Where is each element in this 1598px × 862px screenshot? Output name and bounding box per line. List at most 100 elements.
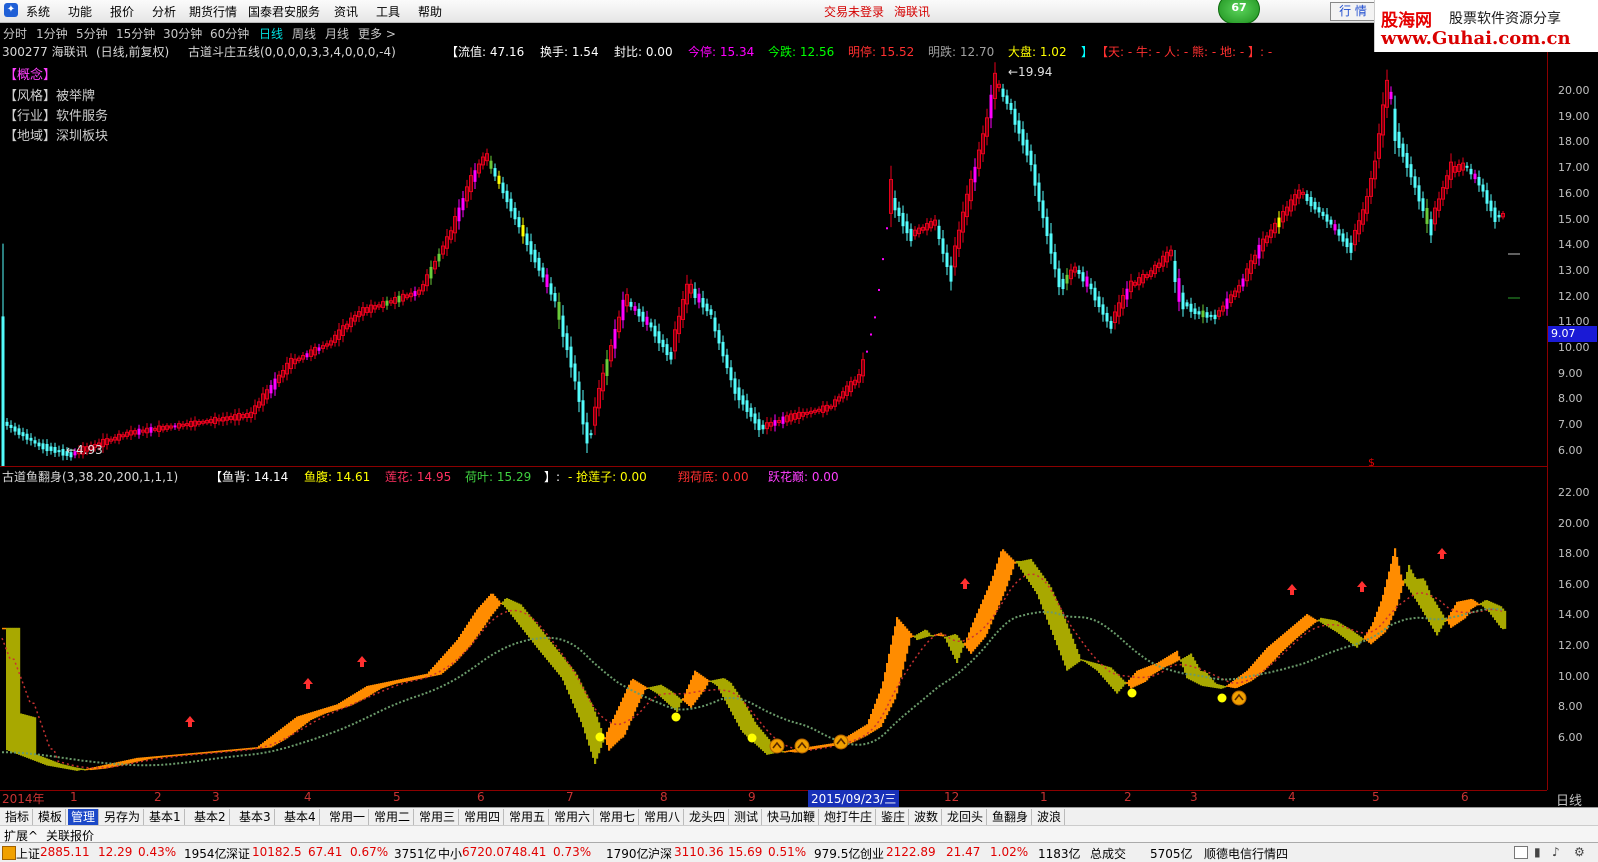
indicator-tab[interactable]: 基本4	[281, 809, 320, 825]
indicator-tab[interactable]: 常用三	[416, 809, 460, 825]
indicator-tab[interactable]: 常用七	[596, 809, 640, 825]
candle-body	[1013, 108, 1017, 125]
fish-band	[1000, 551, 1003, 601]
candlestick-chart[interactable]: ←19.94 ←4.93 $	[0, 44, 1547, 466]
menu-quote[interactable]: 报价	[110, 3, 134, 20]
index-sh-name[interactable]: 上证	[16, 845, 40, 862]
indicator-tab[interactable]: 常用四	[461, 809, 505, 825]
indicator-tab[interactable]: 模板	[35, 809, 67, 825]
candle-body	[1025, 139, 1029, 156]
indicator-tab[interactable]: 管理	[68, 809, 100, 825]
menu-news[interactable]: 资讯	[334, 3, 358, 20]
candle-body	[1057, 268, 1061, 288]
indicator-tab[interactable]: 波数	[911, 809, 943, 825]
period-timeshare[interactable]: 分时	[3, 25, 27, 42]
candle-body	[429, 266, 433, 279]
period-60min[interactable]: 60分钟	[210, 25, 249, 42]
indicator-tab[interactable]: 常用一	[326, 809, 370, 825]
settings-icon[interactable]: ⚙	[1574, 845, 1585, 859]
menu-futures[interactable]: 期货行情	[189, 3, 237, 20]
period-5min[interactable]: 5分钟	[76, 25, 108, 42]
fish-band	[160, 755, 163, 758]
market-icon[interactable]	[2, 846, 16, 860]
fish-indicator-chart[interactable]	[0, 484, 1547, 790]
fish-band	[468, 621, 471, 648]
menu-system[interactable]: 系统	[26, 3, 50, 20]
menu-gtja-service[interactable]: 国泰君安服务	[248, 3, 320, 20]
window-icon[interactable]	[1514, 846, 1528, 859]
candle-body	[753, 413, 757, 424]
signal-icon[interactable]: ▮	[1534, 845, 1541, 859]
indicator-tab[interactable]: 鉴庄	[878, 809, 910, 825]
menu-analysis[interactable]: 分析	[152, 3, 176, 20]
sound-icon[interactable]: ♪	[1552, 845, 1560, 859]
candle-body	[585, 422, 589, 444]
period-30min[interactable]: 30分钟	[163, 25, 202, 42]
app-logo-icon[interactable]: ✦	[4, 3, 18, 17]
index-sz-name[interactable]: 深证	[226, 845, 250, 862]
indicator-tab[interactable]: 指标	[2, 809, 34, 825]
period-1min[interactable]: 1分钟	[36, 25, 68, 42]
index-cy-name[interactable]: 创业	[860, 845, 884, 862]
indicator-tab[interactable]: 常用八	[641, 809, 685, 825]
fish-band	[692, 675, 695, 706]
indicator-tab[interactable]: 龙头四	[686, 809, 730, 825]
index-cy-change: 21.47	[946, 845, 981, 859]
fish-band	[1050, 587, 1053, 630]
candle-body	[269, 385, 273, 394]
fish-band	[1102, 665, 1105, 678]
candle-body	[13, 426, 17, 432]
data-provider[interactable]: 顺德电信行情四	[1204, 845, 1288, 862]
sub-indicator-name[interactable]: 古道鱼翻身(3,38.20,200,1,1,1)	[2, 468, 178, 485]
indicator-tab[interactable]: 常用五	[506, 809, 550, 825]
menu-tools[interactable]: 工具	[376, 3, 400, 20]
fish-band	[690, 679, 693, 708]
indicator-tab[interactable]: 波浪	[1034, 809, 1066, 825]
fish-band	[518, 603, 521, 625]
indicator-tab[interactable]: 基本3	[236, 809, 275, 825]
period-weekly[interactable]: 周线	[292, 25, 316, 42]
period-daily[interactable]: 日线	[259, 25, 283, 42]
fish-band	[654, 686, 657, 693]
indicator-tab[interactable]: 常用六	[551, 809, 595, 825]
fish-band	[1172, 653, 1175, 664]
fish-band	[1018, 560, 1021, 567]
notification-badge[interactable]: 67	[1218, 0, 1260, 24]
indicator-tab[interactable]: 测试	[731, 809, 763, 825]
candle-body	[561, 315, 565, 337]
date-month: 4	[304, 790, 312, 804]
fish-band	[1296, 622, 1299, 639]
fish-band	[1468, 599, 1471, 613]
indicator-tab[interactable]: 常用二	[371, 809, 415, 825]
fish-band	[1252, 663, 1255, 680]
candle-body	[149, 427, 153, 433]
login-status[interactable]: 交易未登录	[824, 3, 884, 20]
fish-band	[126, 760, 129, 765]
date-year: 2014年	[2, 792, 45, 806]
fish-band	[1176, 650, 1179, 662]
indicator-tab[interactable]: 另存为	[101, 809, 145, 825]
fish-band	[762, 731, 765, 752]
menu-function[interactable]: 功能	[68, 3, 92, 20]
indicator-tab[interactable]: 炮打牛庄	[821, 809, 877, 825]
price-dot	[886, 227, 888, 230]
indicator-tab[interactable]: 基本2	[191, 809, 230, 825]
indicator-tab[interactable]: 基本1	[146, 809, 185, 825]
price-dot	[866, 350, 868, 353]
period-monthly[interactable]: 月线	[325, 25, 349, 42]
tab-quote[interactable]: 行 情	[1330, 2, 1376, 21]
index-hs-name[interactable]: 沪深	[648, 845, 672, 862]
candle-body	[1329, 219, 1333, 225]
fish-band	[914, 635, 917, 638]
indicator-tab[interactable]: 龙回头	[944, 809, 988, 825]
menu-help[interactable]: 帮助	[418, 3, 442, 20]
index-zx-name[interactable]: 中小	[438, 845, 462, 862]
fish-band	[198, 752, 201, 755]
period-15min[interactable]: 15分钟	[116, 25, 155, 42]
date-month: 5	[1372, 790, 1380, 804]
indicator-tab[interactable]: 鱼翻身	[989, 809, 1033, 825]
fish-band	[1150, 665, 1153, 676]
indicator-tab[interactable]: 快马加鞭	[764, 809, 820, 825]
period-more[interactable]: 更多 >	[358, 25, 396, 42]
fish-band	[78, 767, 81, 771]
